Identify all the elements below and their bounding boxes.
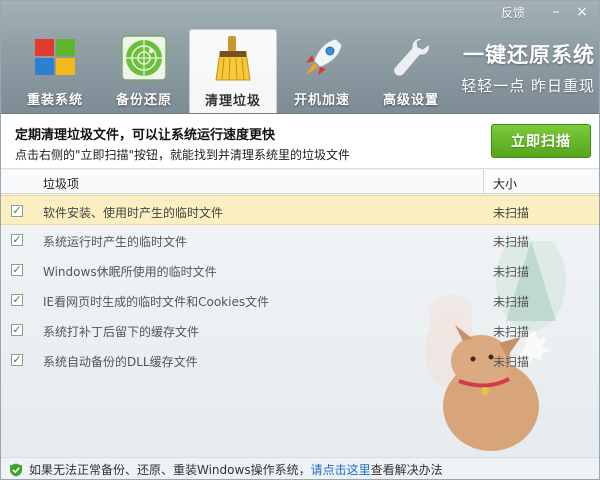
nav-item-advanced[interactable]: 高级设置	[367, 29, 455, 113]
item-size: 未扫描	[493, 206, 530, 220]
status-footer: 如果无法正常备份、还原、重装Windows操作系统， 请点击这里 查看解决办法	[1, 457, 599, 479]
item-name: 软件安装、使用时产生的临时文件	[43, 206, 224, 220]
item-name: 系统自动备份的DLL缓存文件	[43, 355, 198, 369]
table-row[interactable]: ✓ 系统打补丁后留下的缓存文件 未扫描	[1, 315, 599, 345]
rocket-icon	[306, 38, 343, 75]
table-row[interactable]: ✓ IE看网页时生成的临时文件和Cookies文件 未扫描	[1, 285, 599, 315]
checkbox[interactable]: ✓	[11, 354, 23, 366]
info-description: 点击右侧的"立即扫描"按钮，就能找到并清理系统里的垃圾文件	[15, 148, 351, 162]
info-bar: 定期清理垃圾文件，可以让系统运行速度更快 点击右侧的"立即扫描"按钮，就能找到并…	[1, 114, 599, 169]
checkbox[interactable]: ✓	[11, 264, 23, 276]
footer-text: 如果无法正常备份、还原、重装Windows操作系统，	[29, 463, 311, 477]
broom-icon	[215, 36, 251, 81]
slogan: 一键还原系统 轻轻一点 昨日重现	[461, 39, 595, 96]
footer-text-after: 查看解决办法	[370, 463, 443, 477]
checkbox[interactable]: ✓	[11, 294, 23, 306]
column-header-name[interactable]: 垃圾项	[43, 175, 79, 192]
nav-label: 备份还原	[115, 93, 172, 108]
item-name: IE看网页时生成的临时文件和Cookies文件	[43, 295, 270, 309]
column-divider	[483, 170, 484, 194]
nav-item-reinstall[interactable]: 重装系统	[11, 29, 99, 113]
titlebar-controls: 反馈 – ×	[501, 3, 595, 21]
checkbox[interactable]: ✓	[11, 234, 23, 246]
column-header-size[interactable]: 大小	[493, 175, 517, 192]
item-name: 系统运行时产生的临时文件	[43, 235, 188, 249]
help-link[interactable]: 请点击这里	[311, 461, 371, 478]
nav-item-clean[interactable]: 清理垃圾	[189, 29, 277, 113]
slogan-subtitle: 轻轻一点 昨日重现	[461, 77, 595, 95]
item-size: 未扫描	[493, 325, 530, 339]
shield-check-icon	[10, 463, 22, 476]
nav-label: 高级设置	[382, 93, 439, 108]
nav-label: 清理垃圾	[204, 94, 261, 109]
table-row[interactable]: ✓ 系统自动备份的DLL缓存文件 未扫描	[1, 345, 599, 375]
wrench-icon	[393, 38, 430, 77]
scan-now-button[interactable]: 立即扫描	[491, 124, 591, 158]
checkbox[interactable]: ✓	[11, 324, 23, 336]
main-nav: 重装系统 备份还原 清理垃圾 开机加速 高级设置	[11, 29, 456, 113]
app-window: 反馈 – × 重装系统 备份还原 清理垃圾 开机加速 高级设置 一键还原系统 轻…	[0, 0, 600, 480]
nav-item-boot-speed[interactable]: 开机加速	[278, 29, 366, 113]
table-row[interactable]: ✓ 软件安装、使用时产生的临时文件 未扫描	[1, 195, 599, 225]
table-header: 垃圾项 大小	[1, 170, 599, 194]
item-name: 系统打补丁后留下的缓存文件	[43, 325, 200, 339]
minimize-button[interactable]: –	[543, 3, 569, 21]
nav-label: 开机加速	[293, 93, 350, 108]
windows-logo-icon	[35, 39, 75, 75]
junk-item-list: ✓ 软件安装、使用时产生的临时文件 未扫描 ✓ 系统运行时产生的临时文件 未扫描…	[1, 195, 599, 375]
nav-item-backup[interactable]: 备份还原	[100, 29, 188, 113]
table-row[interactable]: ✓ 系统运行时产生的临时文件 未扫描	[1, 225, 599, 255]
nav-label: 重装系统	[26, 93, 83, 108]
slogan-title: 一键还原系统	[463, 43, 595, 67]
item-size: 未扫描	[493, 355, 530, 369]
item-size: 未扫描	[493, 295, 530, 309]
close-button[interactable]: ×	[569, 3, 595, 21]
info-title: 定期清理垃圾文件，可以让系统运行速度更快	[15, 128, 276, 143]
item-name: Windows休眠所使用的临时文件	[43, 265, 217, 279]
checkbox[interactable]: ✓	[11, 205, 23, 217]
header: 反馈 – × 重装系统 备份还原 清理垃圾 开机加速 高级设置 一键还原系统 轻…	[1, 1, 599, 114]
item-size: 未扫描	[493, 265, 530, 279]
feedback-link[interactable]: 反馈	[501, 4, 525, 21]
item-size: 未扫描	[493, 235, 530, 249]
radar-icon	[121, 35, 167, 81]
table-row[interactable]: ✓ Windows休眠所使用的临时文件 未扫描	[1, 255, 599, 285]
